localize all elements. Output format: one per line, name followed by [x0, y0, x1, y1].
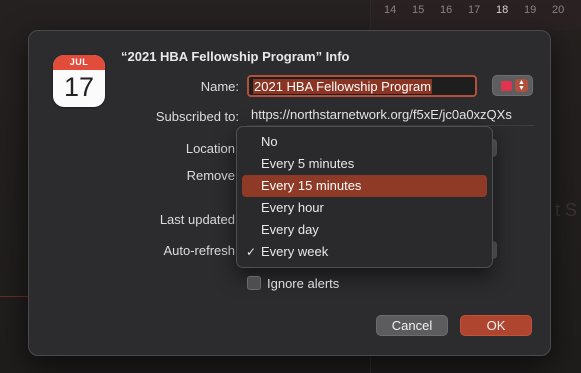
day-number: 18 [496, 4, 509, 16]
name-label: Name: [200, 79, 239, 94]
icon-day: 17 [63, 72, 95, 102]
ignore-alerts-checkbox[interactable] [247, 276, 261, 290]
icon-month: JUL [53, 55, 105, 70]
last-updated-label: Last updated [159, 212, 235, 227]
menu-item-every-week[interactable]: ✓ Every week [242, 241, 487, 263]
background-text: t S [554, 200, 577, 220]
menu-item-every-15-minutes[interactable]: Every 15 minutes [242, 175, 487, 197]
menu-item-every-5-minutes[interactable]: Every 5 minutes [242, 153, 487, 175]
name-field[interactable]: 2021 HBA Fellowship Program [247, 75, 477, 97]
dialog-title: “2021 HBA Fellowship Program” Info [121, 49, 350, 64]
name-field-value: 2021 HBA Fellowship Program [253, 79, 433, 94]
menu-item-no[interactable]: No [242, 131, 487, 153]
ignore-alerts-label: Ignore alerts [267, 276, 340, 291]
checkmark-icon: ✓ [246, 245, 257, 259]
location-label: Location [185, 141, 235, 156]
menu-item-every-day[interactable]: Every day [242, 219, 487, 241]
day-number: 14 [384, 4, 397, 16]
color-picker-button[interactable]: ▲ ▼ [492, 75, 533, 96]
day-number: 17 [468, 4, 481, 16]
menu-item-every-hour[interactable]: Every hour [242, 197, 487, 219]
cancel-button[interactable]: Cancel [376, 315, 448, 336]
ok-button[interactable]: OK [460, 315, 532, 336]
remove-label: Remove [186, 168, 235, 183]
auto-refresh-menu: No Every 5 minutes Every 15 minutes Ever… [236, 126, 493, 268]
day-number: 20 [552, 4, 565, 16]
day-number: 16 [440, 4, 453, 16]
day-number: 15 [412, 4, 425, 16]
day-number: 19 [524, 4, 537, 16]
color-swatch [501, 81, 512, 91]
auto-refresh-label: Auto-refresh [163, 243, 235, 258]
chevron-updown-icon: ▲ ▼ [515, 79, 528, 92]
subscribed-url-field[interactable]: https://northstarnetwork.org/f5xE/jc0a0x… [251, 107, 536, 122]
subscribed-label: Subscribed to: [155, 109, 239, 124]
calendar-app-icon: JUL 17 [53, 55, 105, 107]
